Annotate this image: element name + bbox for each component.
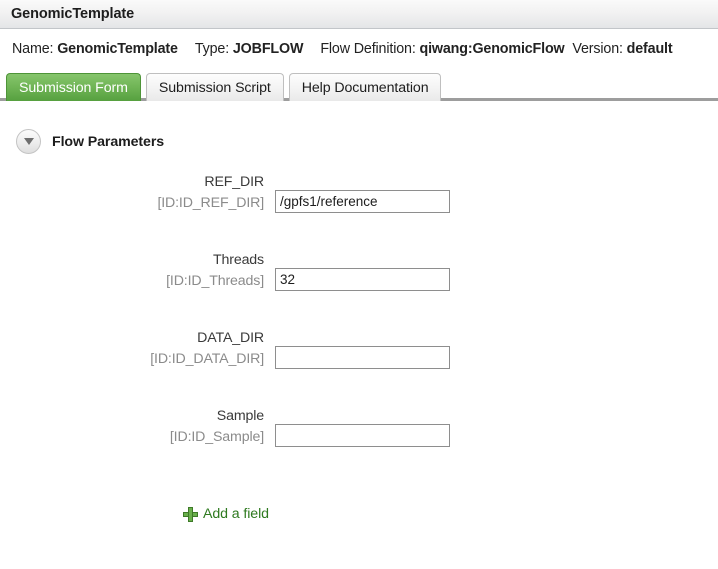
info-version-value: default: [626, 41, 673, 57]
tab-help-documentation[interactable]: Help Documentation: [288, 73, 442, 101]
field-name-data-dir: DATA_DIR: [197, 330, 264, 346]
field-name-threads: Threads: [213, 252, 264, 268]
field-name-sample: Sample: [216, 408, 264, 424]
info-flow-definition-value: qiwang:GenomicFlow: [419, 41, 565, 57]
field-label-data-dir: DATA_DIR [ID:ID_DATA_DIR]: [0, 328, 275, 370]
tab-bar: Submission Form Submission Script Help D…: [0, 69, 718, 101]
plus-icon-bar-vertical: [188, 506, 193, 522]
add-field-row[interactable]: Add a field: [0, 506, 718, 522]
page-title: GenomicTemplate: [11, 6, 135, 22]
flow-parameters-section-header: Flow Parameters: [0, 129, 718, 154]
add-field-label[interactable]: Add a field: [203, 506, 269, 522]
info-type-label: Type:: [194, 41, 230, 57]
info-flow-definition: Flow Definition: qiwang:GenomicFlow Vers…: [320, 41, 672, 57]
info-name: Name: GenomicTemplate: [12, 41, 178, 57]
field-row-data-dir: DATA_DIR [ID:ID_DATA_DIR]: [0, 328, 718, 406]
info-name-value: GenomicTemplate: [57, 41, 178, 57]
field-id-ref-dir: [ID:ID_REF_DIR]: [157, 195, 264, 211]
flow-info-line: Name: GenomicTemplate Type: JOBFLOW Flow…: [0, 29, 718, 69]
field-row-ref-dir: REF_DIR [ID:ID_REF_DIR]: [0, 172, 718, 250]
field-label-threads: Threads [ID:ID_Threads]: [0, 250, 275, 292]
info-type: Type: JOBFLOW: [194, 41, 304, 57]
tab-submission-script[interactable]: Submission Script: [145, 73, 284, 101]
flow-parameters-form: REF_DIR [ID:ID_REF_DIR] Threads [ID:ID_T…: [0, 172, 718, 484]
plus-icon: [183, 506, 198, 522]
field-id-threads: [ID:ID_Threads]: [166, 273, 264, 289]
tab-help-documentation-label: Help Documentation: [301, 80, 429, 96]
field-label-sample: Sample [ID:ID_Sample]: [0, 406, 275, 448]
info-type-value: JOBFLOW: [232, 41, 304, 57]
chevron-down-icon[interactable]: [16, 129, 41, 154]
tab-submission-form[interactable]: Submission Form: [6, 73, 141, 101]
window-title-bar: GenomicTemplate: [0, 0, 718, 29]
info-flow-definition-label: Flow Definition:: [320, 41, 416, 57]
field-row-threads: Threads [ID:ID_Threads]: [0, 250, 718, 328]
field-name-ref-dir: REF_DIR: [204, 174, 264, 190]
field-id-data-dir: [ID:ID_DATA_DIR]: [150, 351, 264, 367]
field-input-ref-dir[interactable]: [275, 190, 450, 213]
info-version-label: Version:: [572, 41, 623, 57]
field-row-sample: Sample [ID:ID_Sample]: [0, 406, 718, 484]
field-id-sample: [ID:ID_Sample]: [169, 429, 264, 445]
tab-submission-script-label: Submission Script: [158, 80, 271, 96]
chevron-down-glyph: [23, 138, 34, 145]
field-input-data-dir[interactable]: [275, 346, 450, 369]
field-label-ref-dir: REF_DIR [ID:ID_REF_DIR]: [0, 172, 275, 214]
info-name-label: Name:: [12, 41, 54, 57]
field-input-sample[interactable]: [275, 424, 450, 447]
field-input-threads[interactable]: [275, 268, 450, 291]
flow-parameters-title: Flow Parameters: [52, 133, 165, 150]
tab-submission-form-label: Submission Form: [19, 80, 128, 96]
